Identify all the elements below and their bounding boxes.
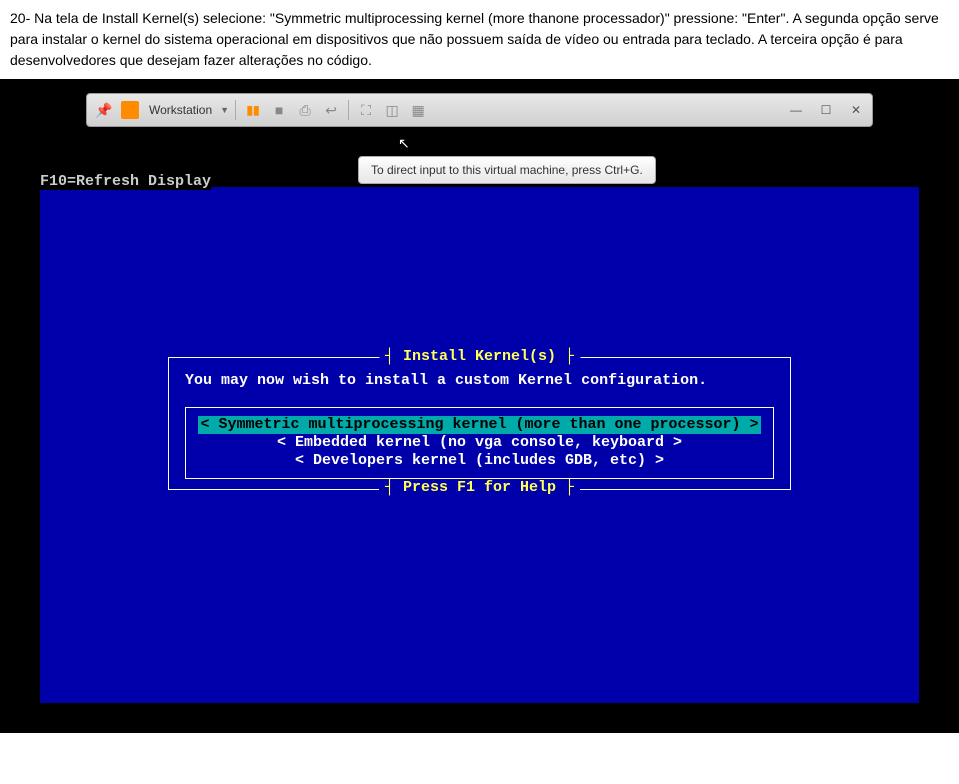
revert-button[interactable]: ↩ (320, 99, 342, 121)
help-label: ┤ Press F1 for Help ├ (379, 479, 580, 496)
options-box: < Symmetric multiprocessing kernel (more… (185, 407, 774, 479)
option-developers[interactable]: < Developers kernel (includes GDB, etc) … (186, 452, 773, 470)
refresh-label: F10=Refresh Display (40, 173, 211, 190)
option-embedded[interactable]: < Embedded kernel (no vga console, keybo… (186, 434, 773, 452)
dropdown-arrow-icon[interactable]: ▼ (220, 105, 229, 115)
workstation-label[interactable]: Workstation (145, 103, 216, 117)
install-kernel-dialog: ┤ Install Kernel(s) ├ You may now wish t… (168, 357, 791, 490)
vmware-toolbar: 📌 Workstation ▼ ▮▮ ■ ⎙ ↩ ⛶ ◫ ▦ — ☐ ✕ (86, 93, 873, 127)
description-text: 20- Na tela de Install Kernel(s) selecio… (10, 10, 939, 68)
dialog-title: ┤ Install Kernel(s) ├ (379, 348, 580, 365)
minimize-button[interactable]: — (786, 101, 806, 119)
maximize-button[interactable]: ☐ (816, 101, 836, 119)
pin-icon[interactable]: 📌 (93, 99, 115, 121)
fullscreen-button[interactable]: ⛶ (355, 99, 377, 121)
dialog-instruction: You may now wish to install a custom Ker… (185, 372, 774, 389)
tooltip-container: ↖ To direct input to this virtual machin… (358, 135, 656, 184)
view-button[interactable]: ▦ (407, 99, 429, 121)
instruction-text: 20- Na tela de Install Kernel(s) selecio… (0, 0, 959, 79)
console[interactable]: F10=Refresh Display ┤ Install Kernel(s) … (40, 187, 919, 703)
snapshot-button[interactable]: ⎙ (294, 99, 316, 121)
close-button[interactable]: ✕ (846, 101, 866, 119)
option-smp[interactable]: < Symmetric multiprocessing kernel (more… (186, 416, 773, 434)
stop-button[interactable]: ■ (268, 99, 290, 121)
separator (348, 100, 349, 120)
cursor-icon: ↖ (398, 135, 656, 152)
separator (235, 100, 236, 120)
pause-button[interactable]: ▮▮ (242, 99, 264, 121)
unity-button[interactable]: ◫ (381, 99, 403, 121)
input-tooltip: To direct input to this virtual machine,… (358, 156, 656, 184)
vm-window: 📌 Workstation ▼ ▮▮ ■ ⎙ ↩ ⛶ ◫ ▦ — ☐ ✕ ↖ T… (0, 79, 959, 733)
logo-icon[interactable] (119, 99, 141, 121)
